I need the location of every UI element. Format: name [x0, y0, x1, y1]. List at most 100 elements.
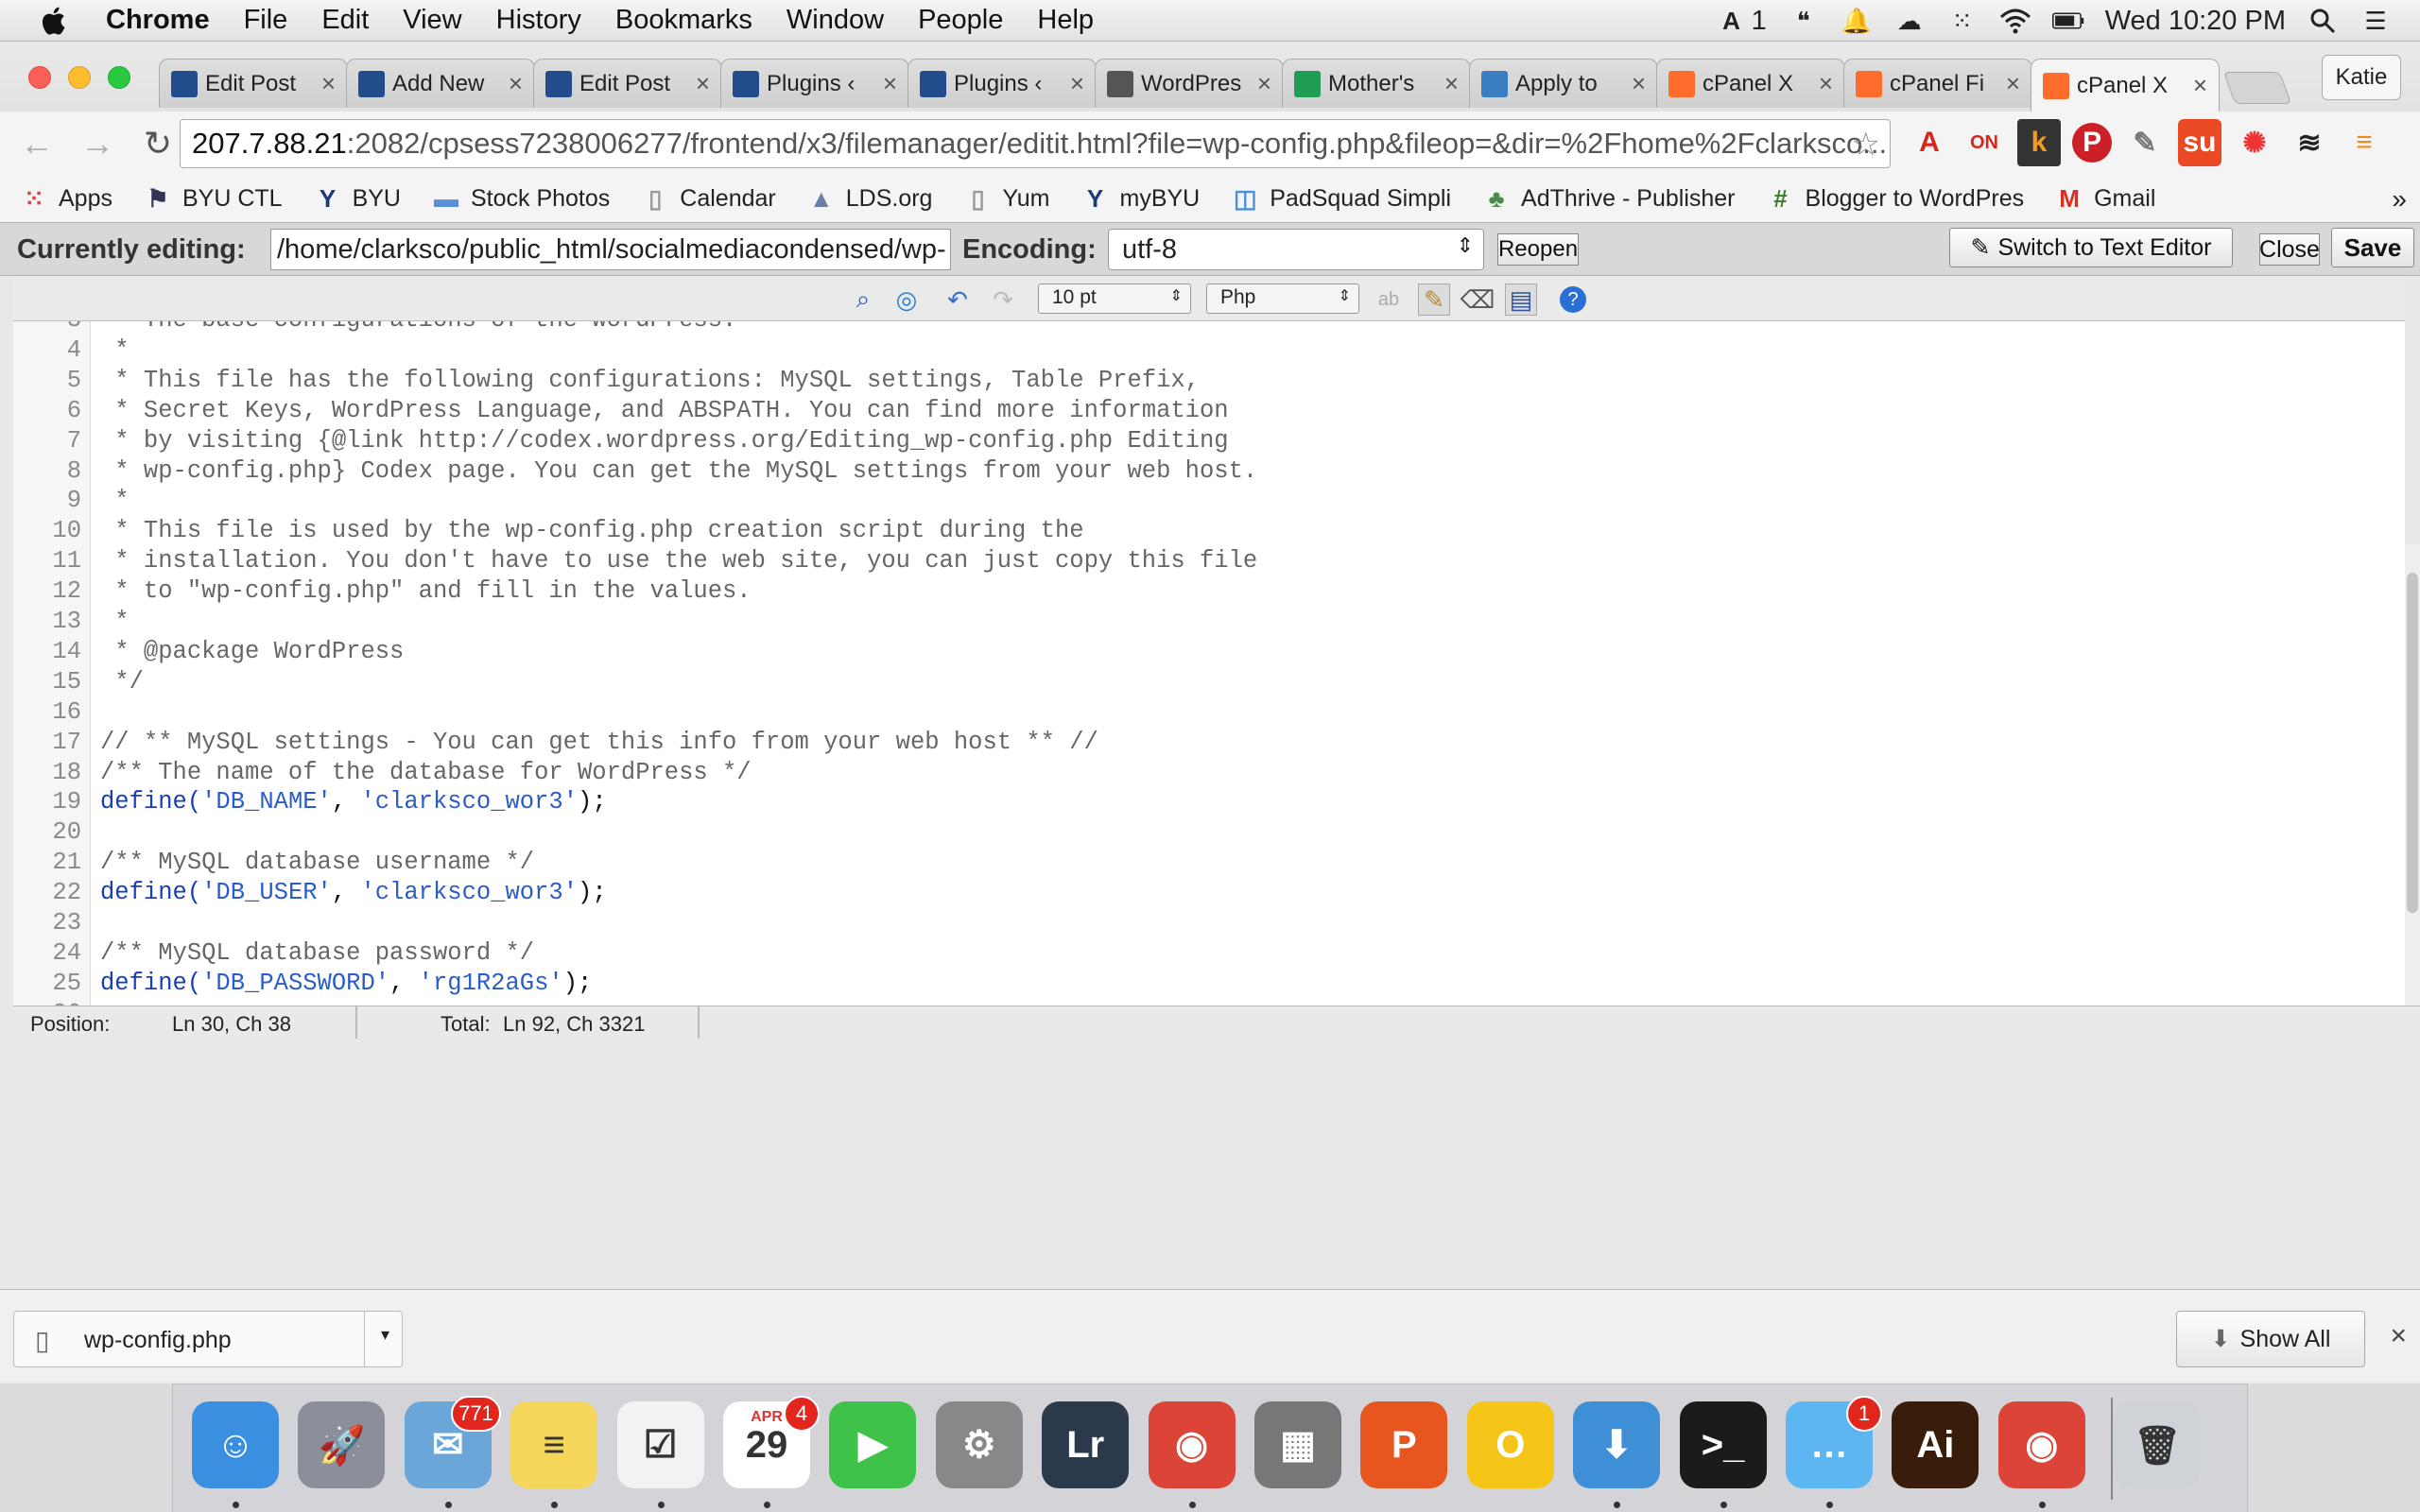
menu-bookmarks[interactable]: Bookmarks: [598, 5, 769, 36]
menu-file[interactable]: File: [227, 5, 305, 36]
syntax-select[interactable]: Php ⇕: [1206, 284, 1359, 314]
menu-clock[interactable]: Wed 10:20 PM: [2105, 6, 2286, 37]
notification-bell-icon[interactable]: 🔔: [1841, 5, 1873, 37]
dock-powerpoint-icon[interactable]: P: [1360, 1401, 1448, 1488]
bookmark-3[interactable]: ▬ Stock Photos: [433, 184, 610, 213]
back-button[interactable]: ←: [13, 120, 60, 167]
chevron-down-icon[interactable]: ▾: [381, 1325, 389, 1345]
tab-6[interactable]: Mother's ×: [1282, 59, 1471, 108]
close-download-shelf-icon[interactable]: ×: [2390, 1320, 2407, 1352]
menu-edit[interactable]: Edit: [304, 5, 386, 36]
show-all-downloads-button[interactable]: ⬇ Show All: [2176, 1311, 2365, 1367]
bookmark-5[interactable]: ▲ LDS.org: [808, 184, 933, 213]
menu-window[interactable]: Window: [769, 5, 901, 36]
tab-close-icon[interactable]: ×: [1257, 69, 1271, 98]
code-editor[interactable]: 3 * The base configurations of the WordP…: [13, 321, 2405, 1005]
dock-chrome-2-icon[interactable]: ◉: [1997, 1401, 2085, 1488]
dock-terminal-icon[interactable]: >_: [1679, 1401, 1767, 1488]
battery-icon[interactable]: [2051, 5, 2084, 37]
tab-9[interactable]: cPanel Fi ×: [1843, 59, 2032, 108]
color-wheel-extension-icon[interactable]: ✺: [2233, 119, 2276, 166]
undo-icon[interactable]: ↶: [942, 284, 974, 316]
tab-7[interactable]: Apply to ×: [1469, 59, 1658, 108]
tab-close-icon[interactable]: ×: [1632, 69, 1646, 98]
dock-finder-icon[interactable]: ☺: [192, 1401, 279, 1488]
tab-2[interactable]: Edit Post ×: [533, 59, 722, 108]
bookmark-0[interactable]: ⁙ Apps: [21, 184, 112, 213]
search-icon[interactable]: ⌕: [847, 284, 879, 316]
scrollbar-thumb[interactable]: [2407, 573, 2418, 913]
download-item[interactable]: ▯ wp-config.php ▾: [13, 1311, 403, 1367]
switch-to-text-editor-button[interactable]: ✎ Switch to Text Editor: [1949, 228, 2233, 267]
pinterest-extension-icon[interactable]: P: [2072, 123, 2112, 163]
menu-view[interactable]: View: [386, 5, 478, 36]
bookmark-7[interactable]: YmyBYU: [1082, 184, 1200, 213]
wifi-icon[interactable]: [1999, 5, 2031, 37]
dock-notes-icon[interactable]: ≡: [510, 1401, 598, 1488]
hangouts-icon[interactable]: ❝: [1788, 5, 1820, 37]
bookmark-9[interactable]: ♣ AdThrive - Publisher: [1483, 184, 1736, 213]
save-button[interactable]: Save: [2331, 228, 2414, 267]
adobe-status-icon[interactable]: A: [1716, 5, 1748, 37]
new-tab-button[interactable]: [2222, 72, 2292, 104]
address-bar[interactable]: 207.7.88.21:2082/cpsess7238006277/fronte…: [180, 119, 1891, 168]
menu-people[interactable]: People: [901, 5, 1020, 36]
bookmark-6[interactable]: ▯ Yum: [964, 184, 1049, 213]
dock-reminders-icon[interactable]: ☑: [616, 1401, 704, 1488]
dock-mail-icon[interactable]: ✉ 771: [404, 1396, 501, 1488]
bookmark-10[interactable]: # Blogger to WordPres: [1768, 184, 2024, 213]
stumbleupon-extension-icon[interactable]: su: [2178, 119, 2221, 166]
word-wrap-icon[interactable]: ▤: [1505, 284, 1537, 316]
vertical-scrollbar[interactable]: [2405, 544, 2420, 1007]
dock-messages-icon[interactable]: … 1: [1786, 1396, 1882, 1488]
bookmark-11[interactable]: M Gmail: [2056, 184, 2155, 213]
bookmark-1[interactable]: ⚑ BYU CTL: [145, 184, 282, 213]
bookmark-8[interactable]: ◫ PadSquad Simpli: [1232, 184, 1451, 213]
notification-center-icon[interactable]: ☰: [2360, 5, 2392, 37]
tab-close-icon[interactable]: ×: [2193, 71, 2207, 100]
app-grid-icon[interactable]: ⁙: [1946, 5, 1979, 37]
redo-icon[interactable]: ↷: [987, 284, 1019, 316]
dock-opera-icon[interactable]: O: [1466, 1401, 1554, 1488]
reopen-button[interactable]: Reopen: [1497, 233, 1579, 266]
chrome-menu-icon[interactable]: ≡: [2342, 119, 2386, 166]
tab-5[interactable]: WordPres ×: [1095, 59, 1284, 108]
tab-8[interactable]: cPanel X ×: [1656, 59, 1845, 108]
profile-button[interactable]: Katie: [2322, 55, 2401, 100]
tab-close-icon[interactable]: ×: [1444, 69, 1459, 98]
dock-facetime-icon[interactable]: ▶: [829, 1401, 917, 1488]
goto-line-icon[interactable]: ◎: [890, 284, 923, 316]
tab-4[interactable]: Plugins ‹ ×: [908, 59, 1097, 108]
spellcheck-icon[interactable]: ab: [1373, 284, 1405, 316]
dock-launchpad-icon[interactable]: 🚀: [298, 1401, 386, 1488]
spotlight-search-icon[interactable]: [2307, 5, 2339, 37]
tab-close-icon[interactable]: ×: [883, 69, 897, 98]
zoom-window-button[interactable]: [108, 66, 130, 89]
dock-downloader-icon[interactable]: ⬇: [1573, 1401, 1661, 1488]
klout-extension-icon[interactable]: k: [2017, 119, 2061, 166]
on-extension-icon[interactable]: ON: [1962, 119, 2006, 166]
tab-close-icon[interactable]: ×: [2006, 69, 2020, 98]
tab-3[interactable]: Plugins ‹ ×: [720, 59, 909, 108]
eraser-icon[interactable]: ⌫: [1461, 284, 1495, 316]
close-button[interactable]: Close: [2259, 233, 2320, 266]
font-size-select[interactable]: 10 pt ⇕: [1038, 284, 1191, 314]
dock-calendar-icon[interactable]: APR 29 4: [723, 1396, 820, 1488]
dock-chrome-icon[interactable]: ◉: [1148, 1401, 1236, 1488]
menu-history[interactable]: History: [479, 5, 598, 36]
tab-1[interactable]: Add New ×: [346, 59, 535, 108]
eyedropper-extension-icon[interactable]: ✎: [2123, 119, 2167, 166]
buffer-extension-icon[interactable]: ≋: [2288, 119, 2331, 166]
tab-0[interactable]: Edit Post ×: [159, 59, 348, 108]
highlight-toggle-icon[interactable]: ✎: [1418, 284, 1450, 316]
dock-system-preferences-icon[interactable]: ⚙: [935, 1401, 1023, 1488]
tab-close-icon[interactable]: ×: [1070, 69, 1084, 98]
forward-button[interactable]: →: [74, 120, 121, 167]
minimize-window-button[interactable]: [68, 66, 91, 89]
adobe-acrobat-extension-icon[interactable]: A: [1908, 119, 1951, 166]
tab-close-icon[interactable]: ×: [321, 69, 336, 98]
tab-close-icon[interactable]: ×: [1819, 69, 1833, 98]
bookmark-4[interactable]: ▯ Calendar: [642, 184, 776, 213]
encoding-select[interactable]: utf-8 ⇕: [1108, 229, 1484, 270]
bookmark-2[interactable]: Y BYU: [315, 184, 401, 213]
